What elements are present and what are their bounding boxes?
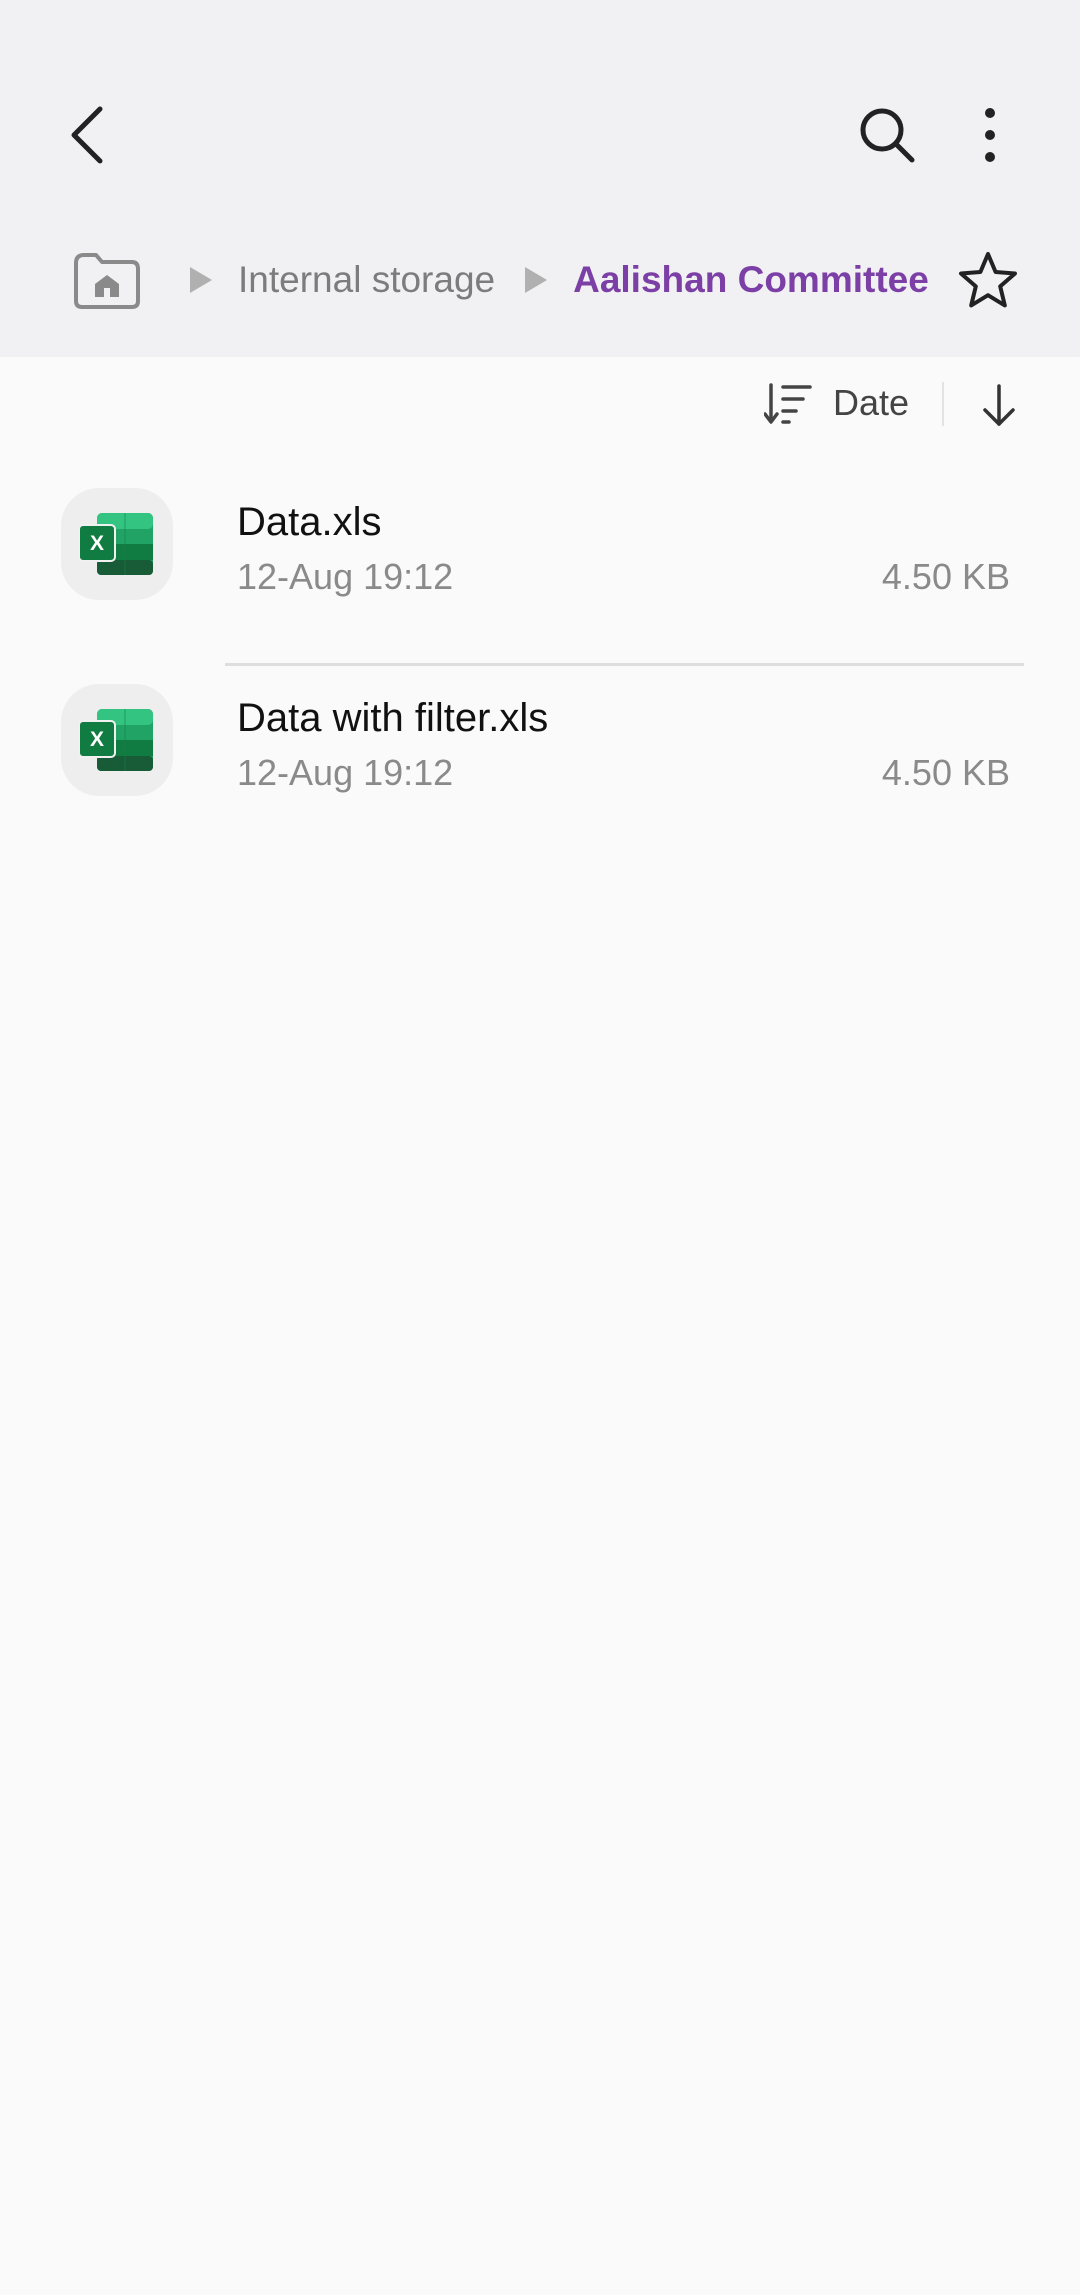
file-size: 4.50 KB <box>881 752 1010 793</box>
sort-divider <box>942 382 944 426</box>
breadcrumb-current-folder[interactable]: Aalishan Committee <box>573 259 929 301</box>
breadcrumb-home[interactable] <box>70 249 142 311</box>
search-button[interactable] <box>852 100 922 170</box>
file-size: 4.50 KB <box>881 556 1010 597</box>
file-name: Data.xls <box>237 500 382 544</box>
sort-icon <box>763 383 812 424</box>
home-folder-icon <box>74 253 140 309</box>
file-list-item[interactable]: X Data with filter.xls 12-Aug 19:12 4.50… <box>0 666 1080 862</box>
back-button[interactable] <box>58 95 118 175</box>
file-manager-screen: Internal storage Aalishan Committee Date <box>0 0 1080 2295</box>
favorite-button[interactable] <box>952 245 1024 317</box>
excel-icon: X <box>61 488 173 600</box>
breadcrumb-internal-storage[interactable]: Internal storage <box>238 259 495 301</box>
more-options-button[interactable] <box>960 100 1020 170</box>
excel-icon: X <box>61 684 173 796</box>
breadcrumb-separator-icon <box>521 265 549 295</box>
file-list-item[interactable]: X Data.xls 12-Aug 19:12 4.50 KB <box>0 470 1080 666</box>
svg-text:X: X <box>90 532 104 555</box>
search-icon <box>860 108 915 163</box>
star-outline-icon <box>959 252 1017 308</box>
breadcrumb: Internal storage Aalishan Committee <box>70 240 929 320</box>
file-name: Data with filter.xls <box>237 696 549 740</box>
chevron-left-icon <box>71 106 103 164</box>
file-date: 12-Aug 19:12 <box>237 752 454 793</box>
more-vertical-icon <box>985 108 995 162</box>
file-list: X Data.xls 12-Aug 19:12 4.50 KB X Data w… <box>0 470 1080 862</box>
breadcrumb-separator-icon <box>186 265 214 295</box>
sort-direction-button[interactable] <box>974 380 1024 430</box>
sort-button[interactable] <box>763 381 814 427</box>
sort-bar: Date <box>0 370 1080 440</box>
arrow-down-icon <box>983 384 1015 426</box>
app-header: Internal storage Aalishan Committee <box>0 0 1080 357</box>
file-date: 12-Aug 19:12 <box>237 556 454 597</box>
sort-label[interactable]: Date <box>833 382 909 424</box>
svg-text:X: X <box>90 728 104 751</box>
